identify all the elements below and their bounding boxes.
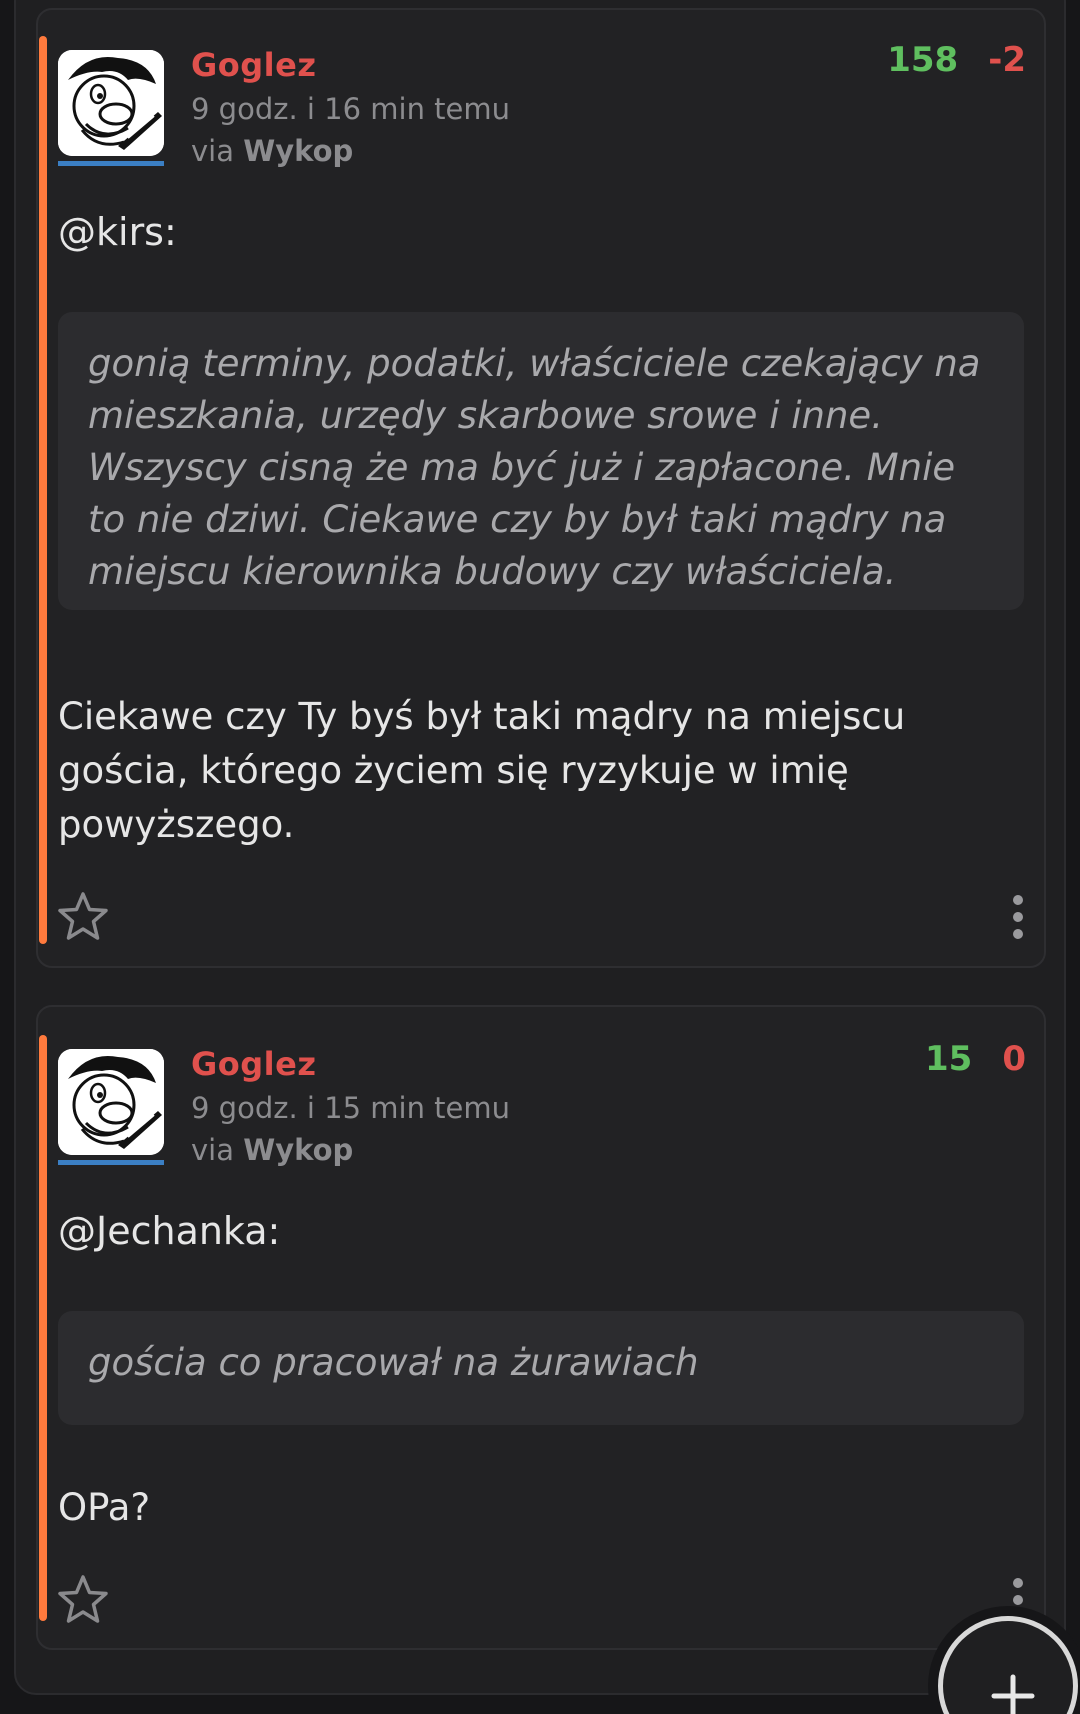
page: Goglez 9 godz. i 16 min temu via Wykop 1… bbox=[0, 0, 1080, 1714]
comment-body: Ciekawe czy Ty byś był taki mądry na mie… bbox=[58, 695, 906, 846]
comment-time: 9 godz. i 15 min temu bbox=[191, 1091, 511, 1125]
author-name[interactable]: Goglez bbox=[191, 1045, 316, 1083]
downvote-count[interactable]: -2 bbox=[988, 40, 1026, 80]
comment-time: 9 godz. i 16 min temu bbox=[191, 92, 511, 126]
author-name[interactable]: Goglez bbox=[191, 46, 316, 84]
avatar-underline bbox=[58, 1160, 164, 1165]
via-app[interactable]: Wykop bbox=[243, 134, 353, 168]
vote-counter: 158 -2 bbox=[887, 40, 1026, 80]
comment-source: via Wykop bbox=[191, 134, 353, 168]
quote-block: gonią terminy, podatki, właściciele czek… bbox=[58, 312, 1024, 610]
avatar-underline bbox=[58, 161, 164, 166]
comment-accent-bar bbox=[39, 36, 47, 944]
star-outline-icon[interactable] bbox=[56, 1573, 110, 1627]
comment-card: Goglez 9 godz. i 15 min temu via Wykop 1… bbox=[36, 1005, 1046, 1650]
add-comment-button[interactable] bbox=[938, 1616, 1078, 1714]
avatar-image bbox=[58, 50, 164, 156]
user-mention[interactable]: @Jechanka: bbox=[58, 1209, 280, 1253]
comment-source: via Wykop bbox=[191, 1133, 353, 1167]
via-prefix: via bbox=[191, 1133, 234, 1167]
avatar-image bbox=[58, 1049, 164, 1155]
star-outline-icon[interactable] bbox=[56, 890, 110, 944]
comment-body: OPa? bbox=[58, 1486, 151, 1529]
comment-accent-bar bbox=[39, 1035, 47, 1621]
comment-card: Goglez 9 godz. i 16 min temu via Wykop 1… bbox=[36, 8, 1046, 968]
avatar[interactable] bbox=[58, 50, 164, 156]
downvote-count[interactable]: 0 bbox=[1002, 1039, 1026, 1079]
via-prefix: via bbox=[191, 134, 234, 168]
vertical-dots-icon[interactable] bbox=[1012, 894, 1024, 940]
plus-icon bbox=[991, 1674, 1035, 1714]
user-mention[interactable]: @kirs: bbox=[58, 210, 177, 254]
upvote-count[interactable]: 15 bbox=[925, 1039, 972, 1079]
avatar[interactable] bbox=[58, 1049, 164, 1155]
quote-block: gościa co pracował na żurawiach bbox=[58, 1311, 1024, 1425]
upvote-count[interactable]: 158 bbox=[887, 40, 958, 80]
via-app[interactable]: Wykop bbox=[243, 1133, 353, 1167]
vote-counter: 15 0 bbox=[925, 1039, 1026, 1079]
